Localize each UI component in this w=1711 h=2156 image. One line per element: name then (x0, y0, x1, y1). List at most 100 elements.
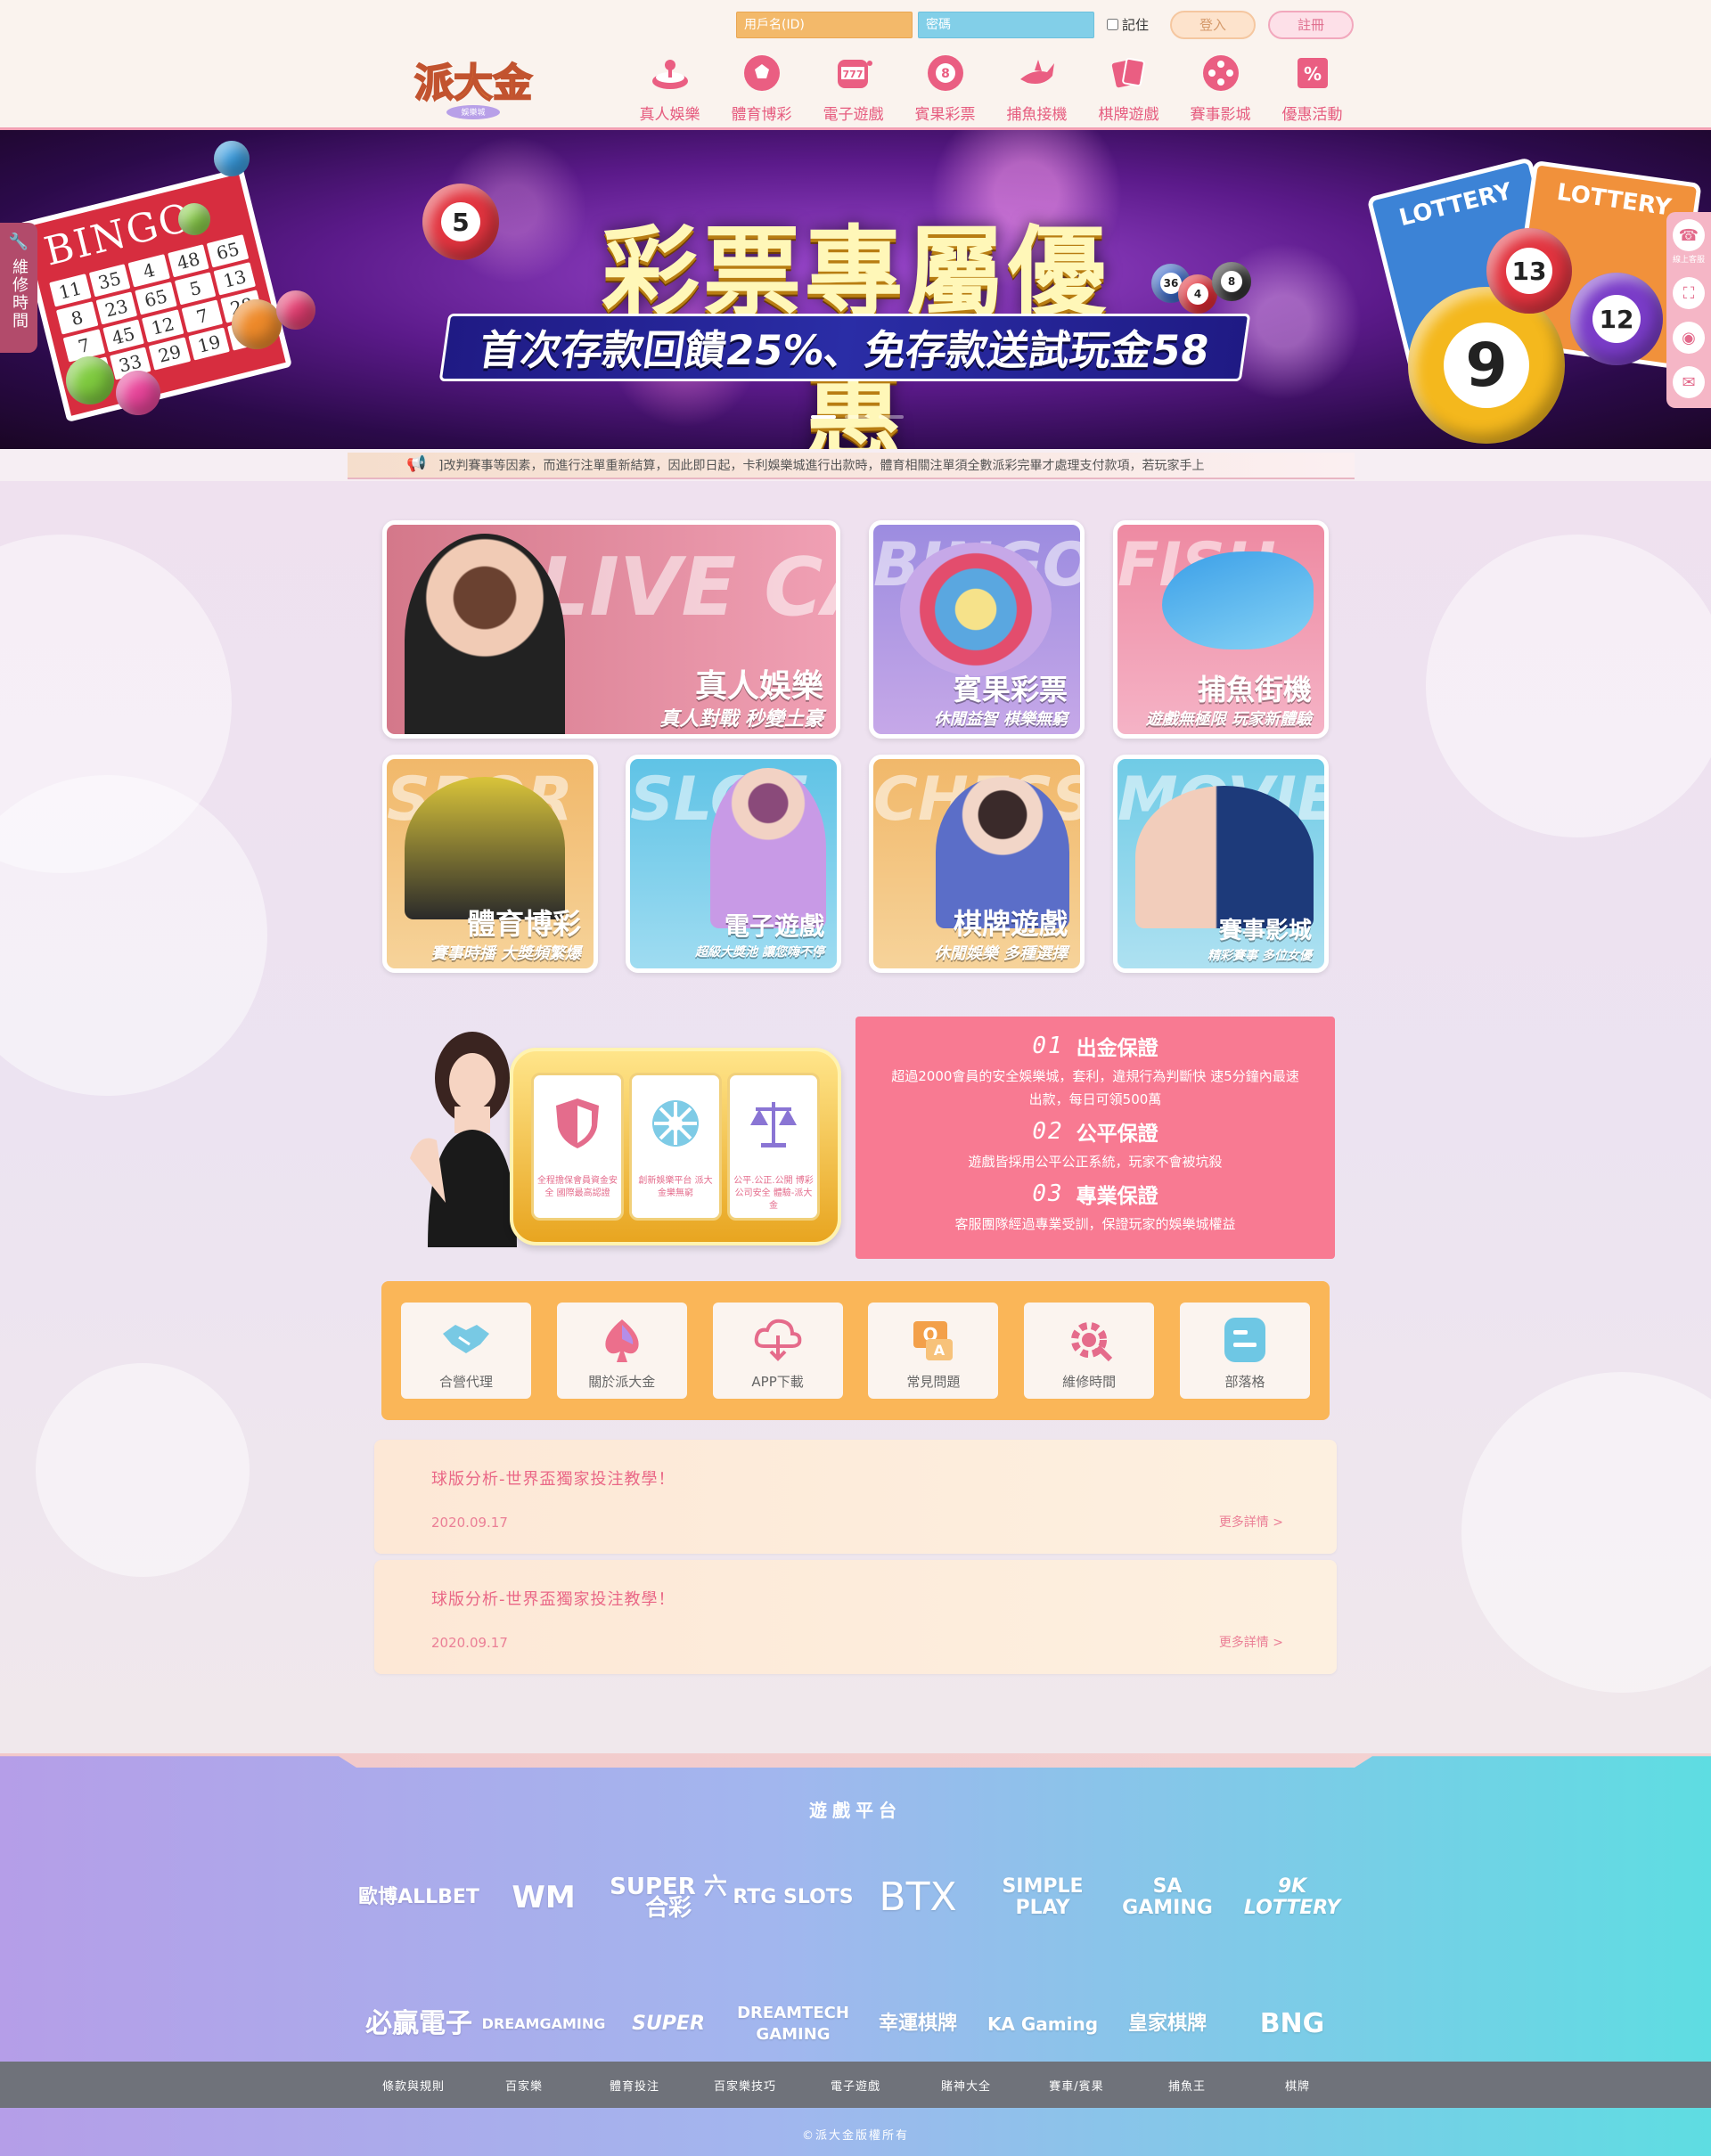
remember-checkbox[interactable] (1107, 19, 1118, 30)
slot-machine-icon: 777 (832, 52, 875, 94)
register-button[interactable]: 註冊 (1268, 10, 1355, 39)
nav-label: 真人娛樂 (639, 106, 700, 124)
lottery-ball (116, 371, 160, 415)
lottery-ball (276, 290, 315, 330)
side-maintenance-tab[interactable]: 🔧 維修時間 (0, 223, 37, 353)
nav-label: 捕魚接機 (1006, 106, 1068, 124)
tile-chess-cards[interactable]: CHESS 棋牌遊戲 休閒娛樂 多種選擇 (869, 755, 1085, 973)
soccer-players-figure (405, 777, 565, 919)
lottery-ball: 5 (422, 184, 499, 260)
shortcut-app-download[interactable]: APP下載 (712, 1303, 843, 1399)
svg-text:%: % (1303, 63, 1321, 85)
nav-cards[interactable]: 棋牌遊戲 (1083, 52, 1175, 127)
shortcut-affiliate[interactable]: 合營代理 (401, 1303, 531, 1399)
svg-text:8: 8 (941, 67, 950, 81)
platform-logo[interactable]: SIMPLE PLAY (980, 1855, 1105, 1940)
guarantee-heading: 02 公平保證 (856, 1116, 1335, 1147)
username-input[interactable] (736, 11, 913, 38)
spade-icon (595, 1315, 649, 1365)
tile-live-casino[interactable]: LIVE CASINO 真人娛樂 真人對戰 秒變土豪 (382, 520, 840, 739)
bg-bubble (36, 1363, 250, 1577)
qr-scan-icon[interactable]: ⛶ (1673, 277, 1705, 309)
platform-logo[interactable]: BNG (1230, 1981, 1355, 2067)
nav-label: 棋牌遊戲 (1098, 106, 1159, 124)
nav-fishing[interactable]: 捕魚接機 (991, 52, 1083, 127)
scale-icon (747, 1097, 800, 1163)
nav-sports[interactable]: 體育博彩 (716, 52, 807, 127)
lottery-drum-figure (900, 543, 1052, 676)
tile-subtitle: 精彩賽事 多位女優 (1208, 949, 1312, 963)
nav-label: 賽事影城 (1190, 106, 1251, 124)
promo-banner[interactable]: BINGO 113544865 82365513 74512728 273329… (0, 130, 1711, 449)
tile-slots[interactable]: SLOT 電子遊戲 超級大獎池 讓您嗨不停 (626, 755, 841, 973)
guarantee-title: 公平保證 (1076, 1123, 1158, 1146)
nav-cinema[interactable]: 賽事影城 (1175, 52, 1266, 127)
tile-subtitle: 遊戲無極限 玩家新體驗 (1145, 710, 1312, 729)
footer-link[interactable]: 體育投注 (579, 2077, 690, 2094)
guarantee-panel: 01 出金保證 超過2000會員的安全娛樂城，套利，違規行為判斷快 速5分鐘內最… (856, 1017, 1335, 1259)
footer-link[interactable]: 賽車/賓果 (1021, 2077, 1132, 2094)
mail-icon[interactable]: ✉ (1673, 366, 1705, 398)
news-item[interactable]: 球版分析-世界盃獨家投注教學！ 2020.09.17 更多詳情 > (374, 1560, 1337, 1674)
tile-sports[interactable]: SPOR 體育博彩 賽事時播 大獎頻繁爆 (382, 755, 598, 973)
nav-promotions[interactable]: % 優惠活動 (1266, 52, 1358, 127)
nav-label: 電子遊戲 (823, 106, 884, 124)
platform-logo[interactable]: 皇家棋牌 (1105, 1981, 1230, 2067)
shortcut-faq[interactable]: QA 常見問題 (868, 1303, 999, 1399)
shortcut-label: APP下載 (751, 1374, 804, 1390)
news-item[interactable]: 球版分析-世界盃獨家投注教學！ 2020.09.17 更多詳情 > (374, 1440, 1337, 1554)
footer-link[interactable]: 捕魚王 (1132, 2077, 1242, 2094)
tile-fishing[interactable]: FISH 捕魚街機 遊戲無極限 玩家新體驗 (1113, 520, 1329, 739)
side-contact-panel: ☎ 線上客服 ⛶ ◉ ✉ (1666, 212, 1711, 408)
login-button[interactable]: 登入 (1170, 10, 1257, 39)
platform-logo[interactable]: SA GAMING (1105, 1855, 1230, 1940)
line-chat-icon[interactable]: ◉ (1673, 322, 1705, 354)
platform-logo[interactable]: BTX (856, 1855, 980, 1940)
film-reel-icon (1199, 52, 1242, 94)
svg-text:A: A (934, 1342, 946, 1359)
tile-cinema[interactable]: MOVIE 賽事影城 精彩賽事 多位女優 (1113, 755, 1329, 973)
site-logo[interactable]: 派大金 娛樂城 (406, 50, 540, 125)
platform-logo[interactable]: DREAMTECH GAMING (731, 1981, 856, 2067)
platform-logo[interactable]: 必贏電子 (356, 1981, 481, 2067)
svg-text:777: 777 (842, 69, 863, 80)
banner-dot[interactable] (879, 415, 904, 419)
platform-logo[interactable]: SUPER (606, 1981, 731, 2067)
platform-logo[interactable]: WM (481, 1855, 606, 1940)
nav-label: 體育博彩 (731, 106, 792, 124)
password-input[interactable] (918, 11, 1094, 38)
platform-logo[interactable]: 9K LOTTERY (1230, 1855, 1355, 1940)
lottery-ball-icon: 8 (924, 52, 967, 94)
footer-link[interactable]: 電子遊戲 (800, 2077, 911, 2094)
shortcut-about[interactable]: 關於派大金 (556, 1303, 687, 1399)
shortcut-maintenance[interactable]: 維修時間 (1024, 1303, 1155, 1399)
nav-slots[interactable]: 777 電子遊戲 (807, 52, 899, 127)
nav-live-casino[interactable]: 真人娛樂 (624, 52, 716, 127)
platform-logo[interactable]: RTG SLOTS (731, 1855, 856, 1940)
footer-links: 條款與規則 百家樂 體育投注 百家樂技巧 電子遊戲 賭神大全 賽車/賓果 捕魚王… (0, 2062, 1711, 2108)
tile-bingo-lottery[interactable]: BINGO 賓果彩票 休閒益智 棋樂無窮 (869, 520, 1085, 739)
platform-logo[interactable]: KA Gaming (980, 1981, 1105, 2067)
footer-link[interactable]: 棋牌 (1242, 2077, 1353, 2094)
platform-logo[interactable]: DREAMGAMING (481, 1981, 606, 2067)
footer-link[interactable]: 賭神大全 (911, 2077, 1021, 2094)
tile-title: 賽事影城 (1218, 918, 1312, 944)
footer-link[interactable]: 條款與規則 (358, 2077, 469, 2094)
nav-lottery[interactable]: 8 賓果彩票 (899, 52, 991, 127)
footer-link[interactable]: 百家樂 (469, 2077, 579, 2094)
banner-dot[interactable] (811, 415, 836, 419)
guarantee-title: 出金保證 (1076, 1037, 1158, 1060)
news-more-link[interactable]: 更多詳情 > (1219, 1633, 1283, 1651)
login-bar: 記住 登入 註冊 (736, 10, 1355, 39)
platform-logo[interactable]: 幸運棋牌 (856, 1981, 980, 2067)
headset-icon[interactable]: ☎ (1673, 219, 1705, 251)
lottery-ball (214, 141, 250, 176)
banner-dot[interactable] (845, 415, 870, 419)
platform-logo[interactable]: 歐博ALLBET (356, 1855, 481, 1940)
platform-logo[interactable]: SUPER 六合彩 (606, 1855, 731, 1940)
tile-bg-word: LIVE CASINO (538, 541, 836, 634)
remember-me[interactable]: 記住 (1107, 15, 1149, 34)
news-more-link[interactable]: 更多詳情 > (1219, 1513, 1283, 1531)
footer-link[interactable]: 百家樂技巧 (690, 2077, 800, 2094)
shortcut-blog[interactable]: 部落格 (1179, 1303, 1310, 1399)
